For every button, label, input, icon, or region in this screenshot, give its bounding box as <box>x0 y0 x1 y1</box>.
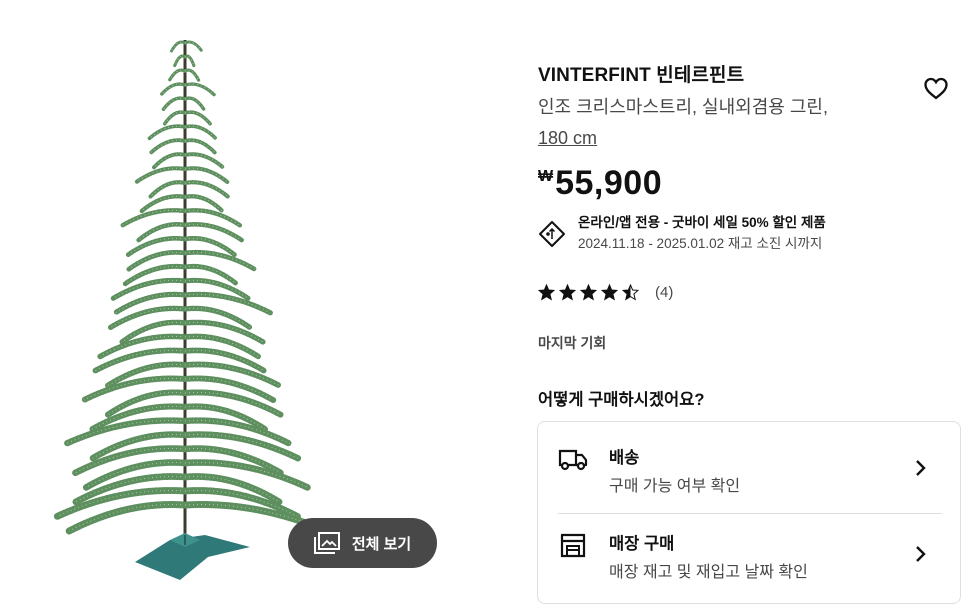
store-icon <box>560 533 586 558</box>
product-description-text: 인조 크리스마스트리, 실내외겸용 그린, <box>538 97 828 117</box>
promo-period: 2024.11.18 - 2025.01.02 재고 소진 시까지 <box>578 236 823 251</box>
store-subtitle: 매장 재고 및 재입고 날짜 확인 <box>609 564 808 581</box>
truck-icon <box>558 449 588 471</box>
chevron-right-icon <box>916 460 926 476</box>
tag-icon <box>539 221 565 247</box>
rating-stars <box>538 284 639 301</box>
heart-icon <box>924 77 948 100</box>
delivery-title: 배송 <box>609 449 640 467</box>
delivery-option[interactable]: 배송 구매 가능 여부 확인 <box>558 442 942 512</box>
star-icon <box>538 284 555 301</box>
product-name: VINTERFINT 빈테르핀트 <box>538 65 745 86</box>
product-description: 인조 크리스마스트리, 실내외겸용 그린, 180 cm <box>538 92 868 154</box>
rating[interactable]: (4) <box>538 284 673 301</box>
store-option[interactable]: 매장 구매 매장 재고 및 재입고 날짜 확인 <box>558 528 942 598</box>
rating-count: (4) <box>655 284 674 301</box>
purchase-options: 배송 구매 가능 여부 확인 매장 구매 매장 재고 및 재입고 날짜 확인 <box>537 421 961 604</box>
price: ₩ 55,900 <box>538 162 662 204</box>
favorite-button[interactable] <box>922 74 950 102</box>
view-all-button[interactable]: 전체 보기 <box>288 518 437 568</box>
promo-info: 온라인/앱 전용 - 굿바이 세일 50% 할인 제품 2024.11.18 -… <box>538 213 826 255</box>
star-icon <box>580 284 597 301</box>
store-title: 매장 구매 <box>609 535 675 553</box>
star-icon <box>559 284 576 301</box>
star-icon <box>622 284 639 301</box>
view-all-label: 전체 보기 <box>351 535 412 553</box>
chevron-right-icon <box>916 546 926 562</box>
image-gallery-icon <box>313 532 340 554</box>
promo-title: 온라인/앱 전용 - 굿바이 세일 50% 할인 제품 <box>578 215 826 230</box>
last-chance-badge: 마지막 기회 <box>538 335 607 351</box>
product-image-area[interactable]: 전체 보기 <box>0 0 500 614</box>
purchase-heading: 어떻게 구매하시겠어요? <box>538 391 705 409</box>
product-size-link[interactable]: 180 cm <box>538 128 597 148</box>
price-amount: 55,900 <box>555 164 663 202</box>
delivery-subtitle: 구매 가능 여부 확인 <box>609 478 741 495</box>
product-info: VINTERFINT 빈테르핀트 인조 크리스마스트리, 실내외겸용 그린, 1… <box>538 62 958 154</box>
option-divider <box>558 513 942 514</box>
product-image[interactable] <box>40 35 330 585</box>
star-icon <box>601 284 618 301</box>
price-currency: ₩ <box>538 168 554 185</box>
